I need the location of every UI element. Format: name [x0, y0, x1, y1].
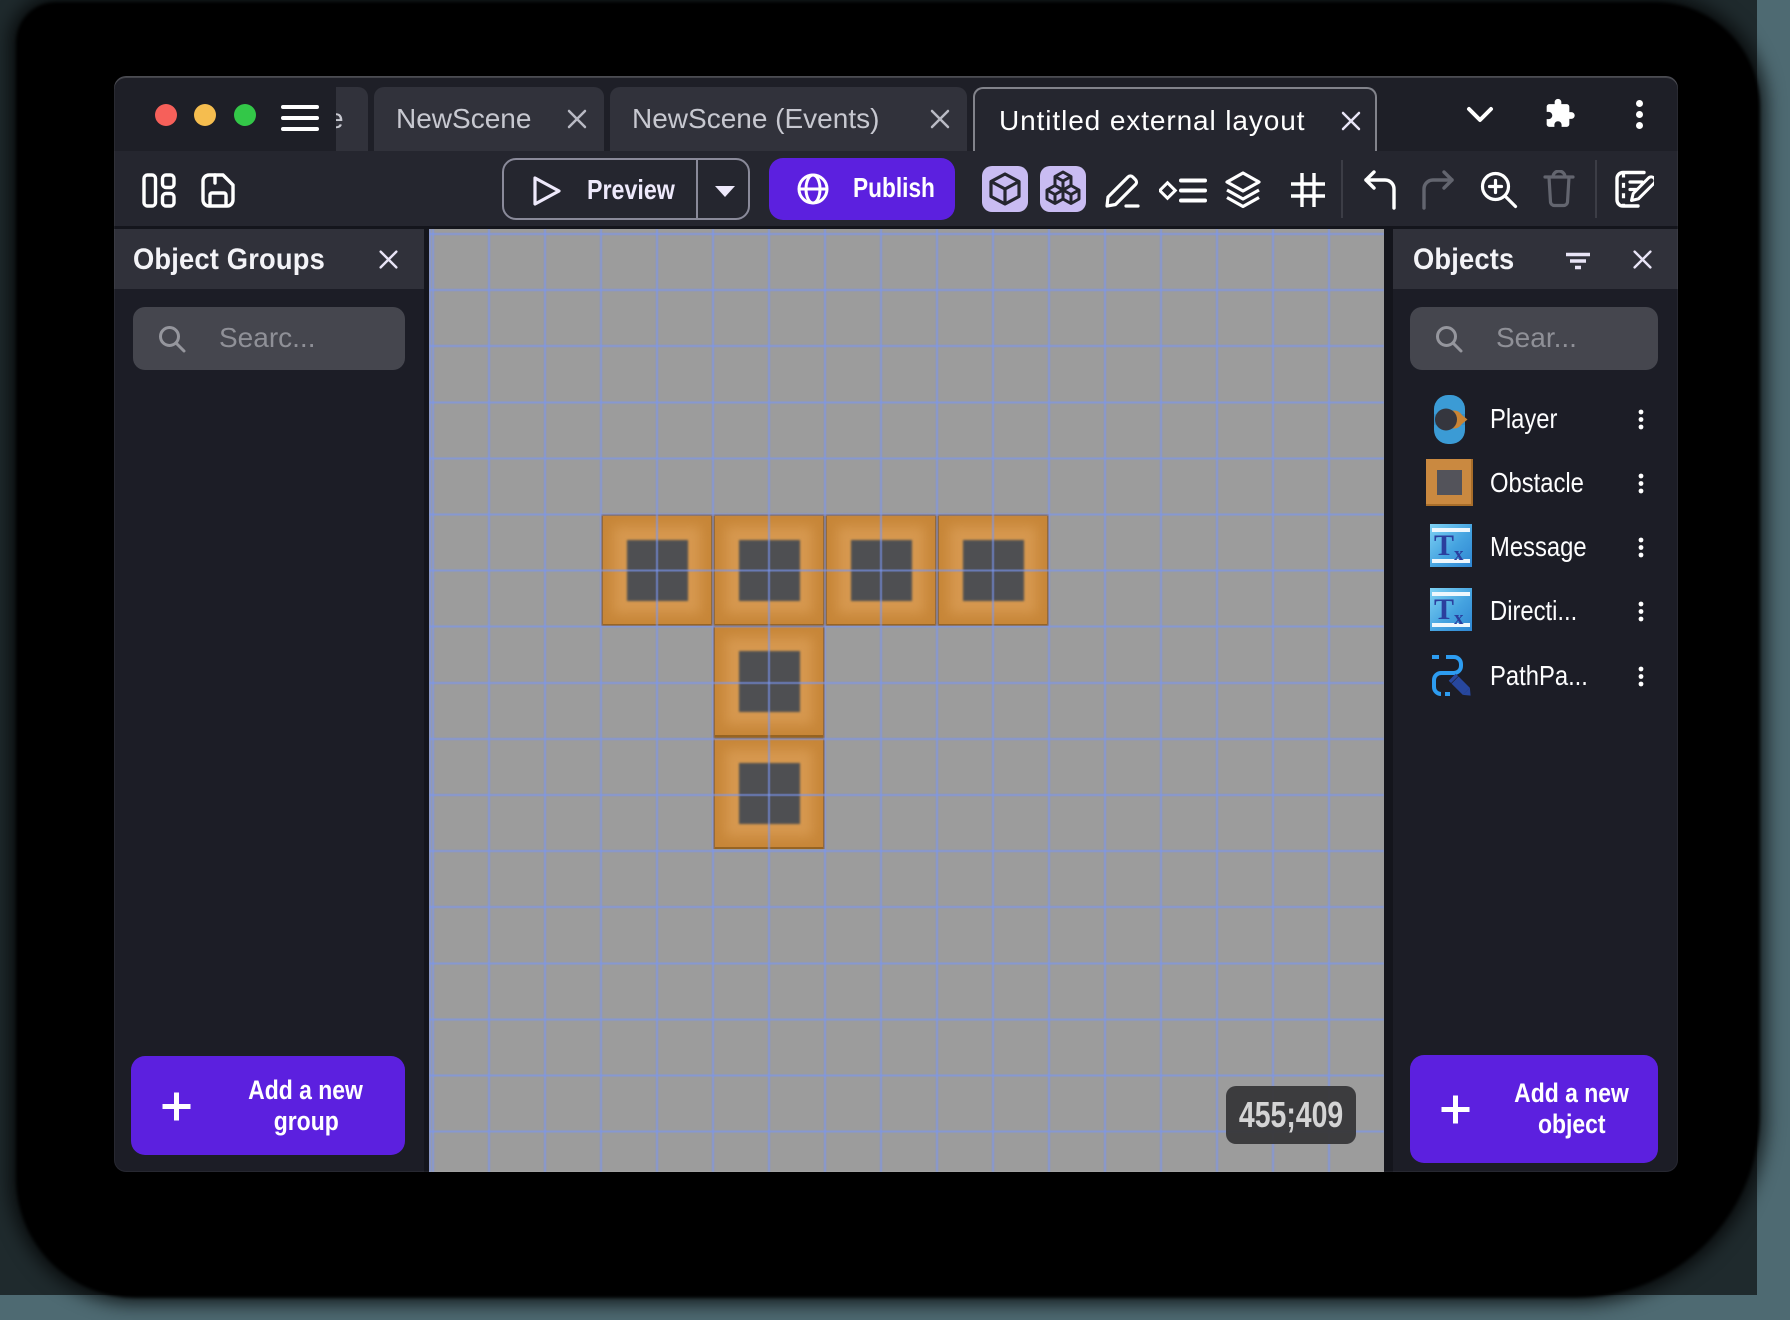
svg-text:T: T [1434, 593, 1454, 626]
svg-text:T: T [1434, 529, 1454, 562]
svg-text:x: x [1454, 544, 1464, 565]
svg-text:x: x [1454, 608, 1464, 629]
